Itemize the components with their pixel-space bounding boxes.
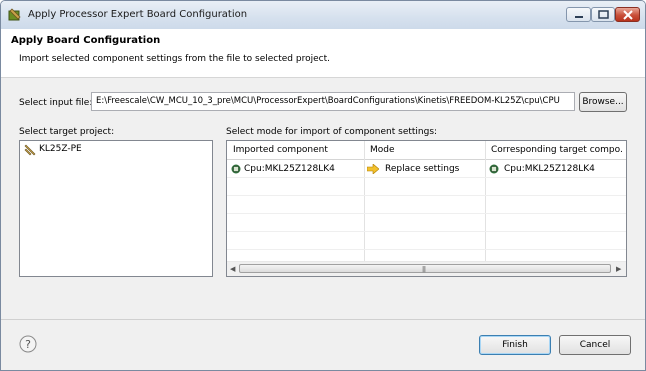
project-icon	[24, 144, 36, 156]
cpu-chip-icon	[489, 164, 499, 174]
input-file-field[interactable]: E:\Freescale\CW_MCU_10_3_pre\MCU\Process…	[91, 92, 575, 111]
minimize-button[interactable]	[566, 7, 591, 22]
row-divider	[227, 231, 626, 232]
column-header-target[interactable]: Corresponding target compo...	[491, 145, 623, 155]
column-header-imported[interactable]: Imported component	[233, 145, 363, 155]
page-title: Apply Board Configuration	[11, 35, 161, 46]
dialog-window: Apply Processor Expert Board Configurati…	[0, 0, 646, 371]
row-divider	[227, 177, 626, 178]
component-mode-table[interactable]: Imported component Mode Corresponding ta…	[226, 140, 627, 277]
row-divider	[227, 249, 626, 250]
horizontal-scrollbar[interactable]: ◀ ||| ▶	[227, 261, 626, 276]
footer-separator	[1, 319, 645, 320]
column-header-mode[interactable]: Mode	[370, 145, 485, 155]
processor-expert-icon	[8, 8, 21, 21]
wizard-header: Apply Board Configuration Import selecte…	[1, 29, 645, 78]
title-bar[interactable]: Apply Processor Expert Board Configurati…	[1, 1, 645, 29]
close-icon	[623, 10, 633, 20]
row-divider	[227, 195, 626, 196]
row-divider	[227, 213, 626, 214]
minimize-icon	[575, 16, 583, 18]
scroll-left-icon[interactable]: ◀	[230, 265, 235, 273]
scroll-right-icon[interactable]: ▶	[616, 265, 621, 273]
imported-component-cell: Cpu:MKL25Z128LK4	[244, 164, 335, 174]
mode-table-label: Select mode for import of component sett…	[226, 127, 438, 137]
project-name: KL25Z-PE	[39, 144, 82, 154]
page-description: Import selected component settings from …	[19, 54, 330, 64]
scrollbar-thumb[interactable]: |||	[239, 264, 611, 273]
target-project-list[interactable]: KL25Z-PE	[19, 140, 213, 277]
mode-cell[interactable]: Replace settings	[385, 164, 483, 174]
table-header: Imported component Mode Corresponding ta…	[227, 141, 626, 160]
cancel-button[interactable]: Cancel	[559, 335, 631, 355]
target-project-label: Select target project:	[19, 127, 115, 137]
maximize-button[interactable]	[591, 7, 615, 22]
column-divider	[485, 141, 486, 262]
cpu-chip-icon	[231, 164, 241, 174]
maximize-icon	[598, 10, 609, 19]
close-button[interactable]	[615, 7, 640, 22]
column-divider	[364, 141, 365, 262]
svg-text:?: ?	[25, 338, 31, 351]
target-component-cell: Cpu:MKL25Z128LK4	[504, 164, 595, 174]
arrow-right-icon	[367, 164, 379, 174]
browse-button[interactable]: Browse...	[579, 92, 627, 112]
grip-icon: |||	[422, 266, 426, 273]
help-icon[interactable]: ?	[19, 335, 37, 353]
input-file-label: Select input file:	[19, 98, 93, 108]
window-title: Apply Processor Expert Board Configurati…	[28, 9, 248, 20]
finish-button[interactable]: Finish	[479, 335, 551, 355]
